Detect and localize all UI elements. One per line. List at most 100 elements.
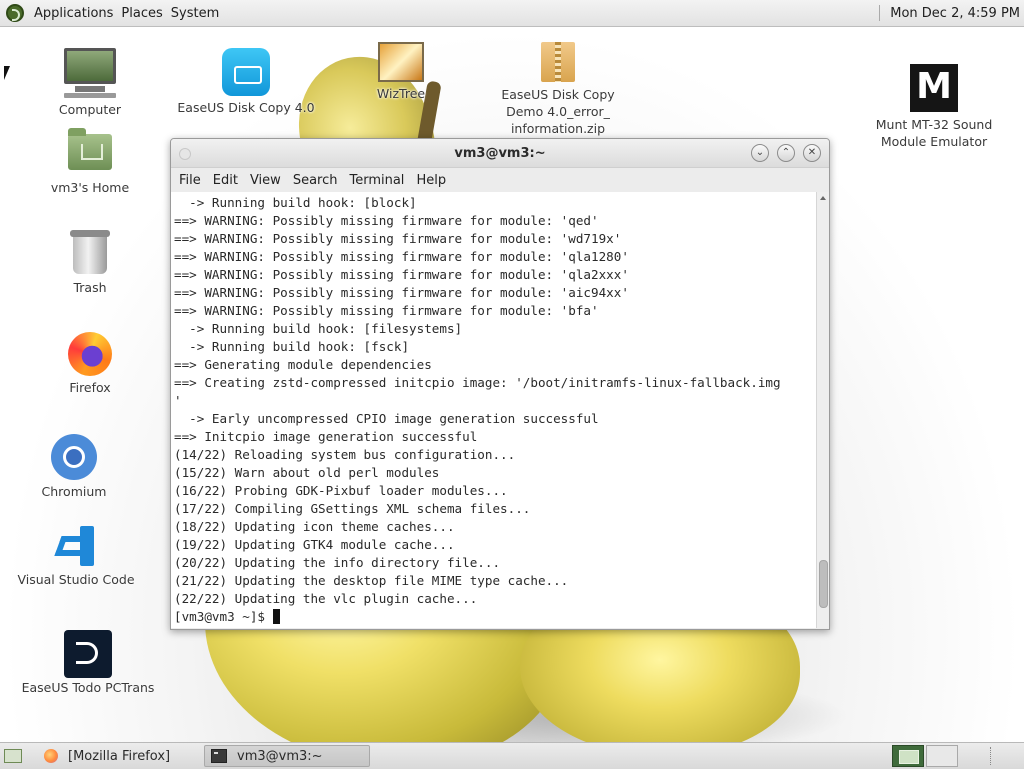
taskbar-item-label: [Mozilla Firefox] [68, 748, 171, 764]
maximize-button[interactable]: ⌃ [777, 144, 795, 162]
desktop-icon-label: vm3's Home [50, 180, 130, 195]
desktop-icon-pctrans[interactable]: EaseUS Todo PCTrans [18, 630, 158, 696]
terminal-line: (14/22) Reloading system bus configurati… [174, 447, 516, 462]
workspace-1-button[interactable] [892, 745, 924, 767]
menu-terminal[interactable]: Terminal [343, 173, 410, 188]
desktop-icon-chromium[interactable]: Chromium [30, 434, 118, 500]
taskbar-item-label: vm3@vm3:~ [237, 748, 323, 764]
applications-menu[interactable]: Applications [6, 4, 117, 22]
home-folder-icon [68, 128, 112, 170]
desktop-icon-label: Visual Studio Code [17, 572, 135, 587]
desktop-icon-label: Chromium [41, 484, 107, 499]
taskbar-item-terminal[interactable]: vm3@vm3:~ [204, 745, 370, 767]
vscode-icon [54, 524, 98, 568]
menu-system[interactable]: System [167, 6, 223, 21]
menu-applications[interactable]: Applications [30, 6, 117, 21]
firefox-icon [68, 332, 112, 376]
clock-area: Mon Dec 2, 4:59 PM [879, 0, 1020, 26]
terminal-line: ==> WARNING: Possibly missing firmware f… [174, 231, 622, 246]
workspace-2-button[interactable] [926, 745, 958, 767]
desktop-icon-label: EaseUS Disk Copy Demo 4.0_error_ informa… [501, 86, 614, 137]
desktop-icon-trash[interactable]: Trash [50, 230, 130, 296]
terminal-scrollbar[interactable] [816, 192, 829, 628]
minimize-button[interactable]: ⌄ [751, 144, 769, 162]
label-line: Module Emulator [880, 134, 988, 149]
terminal-line: ==> Initcpio image generation successful [174, 429, 478, 444]
zip-archive-icon [541, 42, 575, 82]
desktop-icon-munt[interactable]: Munt MT-32 Sound Module Emulator [872, 64, 996, 150]
firefox-icon [44, 749, 58, 763]
window-title: vm3@vm3:~ [454, 145, 546, 161]
terminal-prompt-line[interactable]: [vm3@vm3 ~]$ [174, 608, 817, 626]
desktop-icon-zip-file[interactable]: EaseUS Disk Copy Demo 4.0_error_ informa… [496, 42, 620, 137]
panel-separator [879, 5, 881, 21]
desktop-icon-home[interactable]: vm3's Home [44, 128, 136, 196]
terminal-output[interactable]: -> Running build hook: [block] ==> WARNIN… [171, 192, 817, 628]
close-button[interactable]: ✕ [803, 144, 821, 162]
terminal-line: ' [174, 393, 182, 408]
terminal-line: (16/22) Probing GDK-Pixbuf loader module… [174, 483, 508, 498]
computer-icon [64, 48, 116, 98]
terminal-line: -> Running build hook: [fsck] [174, 339, 410, 354]
label-line: information.zip [510, 121, 606, 136]
menu-search[interactable]: Search [287, 173, 344, 188]
munt-icon [910, 64, 958, 112]
terminal-line: (20/22) Updating the info directory file… [174, 555, 501, 570]
distro-logo-icon [6, 4, 24, 22]
terminal-line: (19/22) Updating GTK4 module cache... [174, 537, 455, 552]
terminal-line: ==> Creating zstd-compressed initcpio im… [174, 375, 781, 390]
show-desktop-button[interactable] [4, 749, 22, 763]
scroll-up-arrow-icon[interactable] [820, 196, 826, 200]
terminal-lines: -> Running build hook: [block] ==> WARNIN… [171, 192, 817, 626]
taskbar-item-firefox[interactable]: [Mozilla Firefox] [38, 745, 198, 767]
terminal-line: ==> WARNING: Possibly missing firmware f… [174, 303, 599, 318]
menu-view[interactable]: View [244, 173, 287, 188]
scrollbar-thumb[interactable] [819, 560, 828, 608]
terminal-line: -> Running build hook: [filesystems] [174, 321, 463, 336]
terminal-window[interactable]: vm3@vm3:~ ⌄ ⌃ ✕ File Edit View Search Te… [170, 138, 830, 630]
terminal-cursor [272, 609, 280, 624]
wiztree-icon [378, 42, 424, 82]
menu-edit[interactable]: Edit [207, 173, 244, 188]
pctrans-icon [64, 630, 112, 678]
terminal-line: -> Running build hook: [block] [174, 195, 417, 210]
terminal-line: (15/22) Warn about old perl modules [174, 465, 440, 480]
desktop-icon-label: Firefox [69, 380, 111, 395]
desktop-icon-vscode[interactable]: Visual Studio Code [14, 524, 138, 588]
desktop-icon-easeus-disk-copy[interactable]: EaseUS Disk Copy 4.0 [176, 48, 316, 116]
desktop-icon-label: Munt MT-32 Sound Module Emulator [876, 116, 993, 150]
trash-icon [70, 230, 110, 274]
desktop-icon-label: Computer [58, 102, 122, 117]
easeus-disk-copy-icon [222, 48, 270, 96]
label-line: Munt MT-32 Sound [875, 117, 993, 132]
terminal-menubar: File Edit View Search Terminal Help [171, 168, 829, 192]
label-line: Demo 4.0_error_ [506, 104, 610, 119]
window-menu-icon[interactable] [179, 148, 191, 160]
desktop-icon-label: EaseUS Todo PCTrans [21, 680, 155, 695]
top-panel: Applications Places System Mon Dec 2, 4:… [0, 0, 1024, 27]
desktop-icon-firefox[interactable]: Firefox [50, 332, 130, 396]
desktop-icon-label: Trash [73, 280, 107, 295]
menu-help[interactable]: Help [410, 173, 452, 188]
terminal-line: ==> WARNING: Possibly missing firmware f… [174, 213, 599, 228]
desktop-icon-wiztree[interactable]: WizTree [360, 42, 442, 102]
panel-handle [990, 747, 994, 765]
terminal-line: ==> WARNING: Possibly missing firmware f… [174, 249, 629, 264]
desktop-icon-computer[interactable]: Computer [50, 48, 130, 118]
clock[interactable]: Mon Dec 2, 4:59 PM [890, 6, 1020, 21]
terminal-line: ==> Generating module dependencies [174, 357, 432, 372]
label-line: EaseUS Disk Copy [501, 87, 615, 102]
bottom-panel: [Mozilla Firefox] vm3@vm3:~ [0, 742, 1024, 769]
terminal-line: (17/22) Compiling GSettings XML schema f… [174, 501, 531, 516]
menu-file[interactable]: File [173, 173, 207, 188]
terminal-line: (18/22) Updating icon theme caches... [174, 519, 455, 534]
desktop-icon-label: EaseUS Disk Copy 4.0 [177, 100, 315, 115]
terminal-line: (21/22) Updating the desktop file MIME t… [174, 573, 569, 588]
mouse-pointer-icon [4, 66, 10, 80]
terminal-line: ==> WARNING: Possibly missing firmware f… [174, 267, 629, 282]
terminal-prompt: [vm3@vm3 ~]$ [174, 609, 273, 624]
terminal-line: ==> WARNING: Possibly missing firmware f… [174, 285, 629, 300]
window-titlebar[interactable]: vm3@vm3:~ ⌄ ⌃ ✕ [171, 139, 829, 168]
chromium-icon [51, 434, 97, 480]
menu-places[interactable]: Places [117, 6, 166, 21]
